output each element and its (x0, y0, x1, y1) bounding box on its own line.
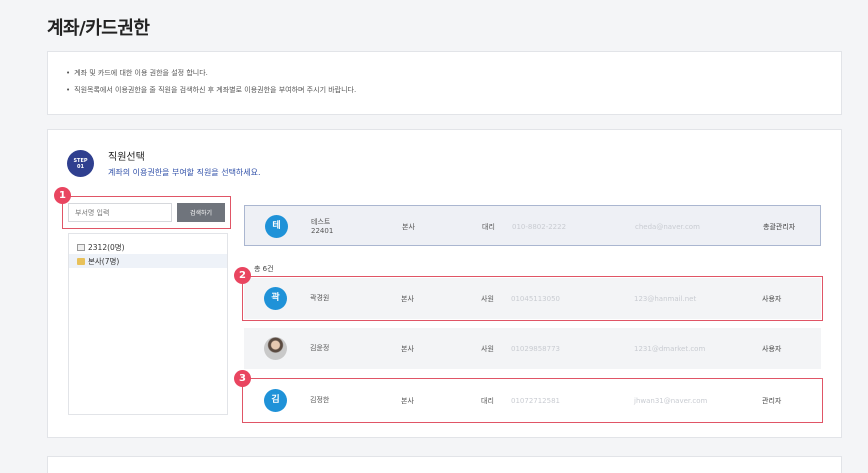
step-badge: STEP 01 (67, 150, 94, 177)
avatar: 곽 (264, 287, 287, 310)
employee-role: 총괄관리자 (763, 222, 796, 231)
employee-role: 사용자 (762, 294, 782, 303)
department-search-input[interactable] (68, 203, 172, 222)
employee-id: 22401 (311, 226, 334, 235)
document-icon (77, 243, 85, 251)
employee-row[interactable]: 테 테스트 22401 본사 대리 010-8802-2222 cheda@na… (244, 205, 821, 246)
employee-dept: 본사 (401, 344, 414, 353)
tree-item-2312[interactable]: 2312(0명) (69, 240, 227, 254)
employee-phone: 01029858773 (511, 344, 560, 353)
notice-box: 계좌 및 카드에 대한 이용 권한을 설정 합니다. 직원목록에서 이용권한을 … (47, 51, 842, 115)
tree-item-headquarters[interactable]: 본사(7명) (69, 254, 227, 268)
notice-line: 계좌 및 카드에 대한 이용 권한을 설정 합니다. (66, 65, 841, 82)
employee-role: 사용자 (762, 344, 782, 353)
page-title: 계좌/카드권한 (47, 18, 150, 39)
folder-icon (77, 257, 85, 265)
tree-item-label: 2312(0명) (88, 242, 125, 252)
result-count: 총 6건 (254, 265, 274, 273)
employee-email: 1231@dmarket.com (634, 344, 706, 353)
employee-select-panel: STEP 01 직원선택 계좌의 이용권한을 부여할 직원을 선택하세요. 1 … (47, 129, 842, 438)
employee-rank: 대리 (482, 222, 495, 231)
employee-email: jhwan31@naver.com (634, 396, 708, 405)
employee-name: 테스트 (311, 217, 331, 226)
avatar-photo (264, 337, 287, 360)
employee-phone: 010-8802-2222 (512, 222, 567, 231)
employee-dept: 본사 (401, 396, 414, 405)
avatar: 테 (265, 215, 288, 238)
employee-row[interactable]: 곽 곽경원 본사 사원 01045113050 123@hanmail.net … (244, 278, 821, 319)
employee-email: cheda@naver.com (635, 222, 700, 231)
employee-dept: 본사 (401, 294, 414, 303)
employee-phone: 01072712581 (511, 396, 560, 405)
search-button[interactable]: 검색하기 (177, 203, 225, 222)
employee-name-cell: 테스트 22401 (311, 206, 333, 247)
employee-rank: 사원 (481, 344, 494, 353)
step-badge-number: 01 (77, 164, 84, 170)
marker-1: 1 (54, 187, 71, 204)
step-description: 계좌의 이용권한을 부여할 직원을 선택하세요. (108, 168, 261, 177)
employee-rank: 대리 (481, 396, 494, 405)
step-title: 직원선택 (108, 152, 145, 163)
notice-line: 직원목록에서 이용권한을 줄 직원을 검색하신 후 계좌별로 이용권한을 부여하… (66, 82, 841, 99)
employee-dept: 본사 (402, 222, 415, 231)
employee-email: 123@hanmail.net (634, 294, 697, 303)
employee-rank: 사원 (481, 294, 494, 303)
employee-name: 김정한 (310, 396, 330, 404)
marker-2: 2 (234, 267, 251, 284)
avatar: 김 (264, 389, 287, 412)
employee-role: 관리자 (762, 396, 782, 405)
tree-item-label: 본사(7명) (88, 256, 120, 266)
employee-phone: 01045113050 (511, 294, 560, 303)
employee-row[interactable]: 김윤정 본사 사원 01029858773 1231@dmarket.com 사… (244, 328, 821, 369)
department-tree: 2312(0명) 본사(7명) (68, 233, 228, 415)
employee-row[interactable]: 김 김정한 본사 대리 01072712581 jhwan31@naver.co… (244, 380, 821, 421)
marker-3: 3 (234, 370, 251, 387)
next-step-panel (47, 456, 842, 473)
employee-name: 김윤정 (310, 344, 330, 352)
employee-name: 곽경원 (310, 294, 330, 302)
